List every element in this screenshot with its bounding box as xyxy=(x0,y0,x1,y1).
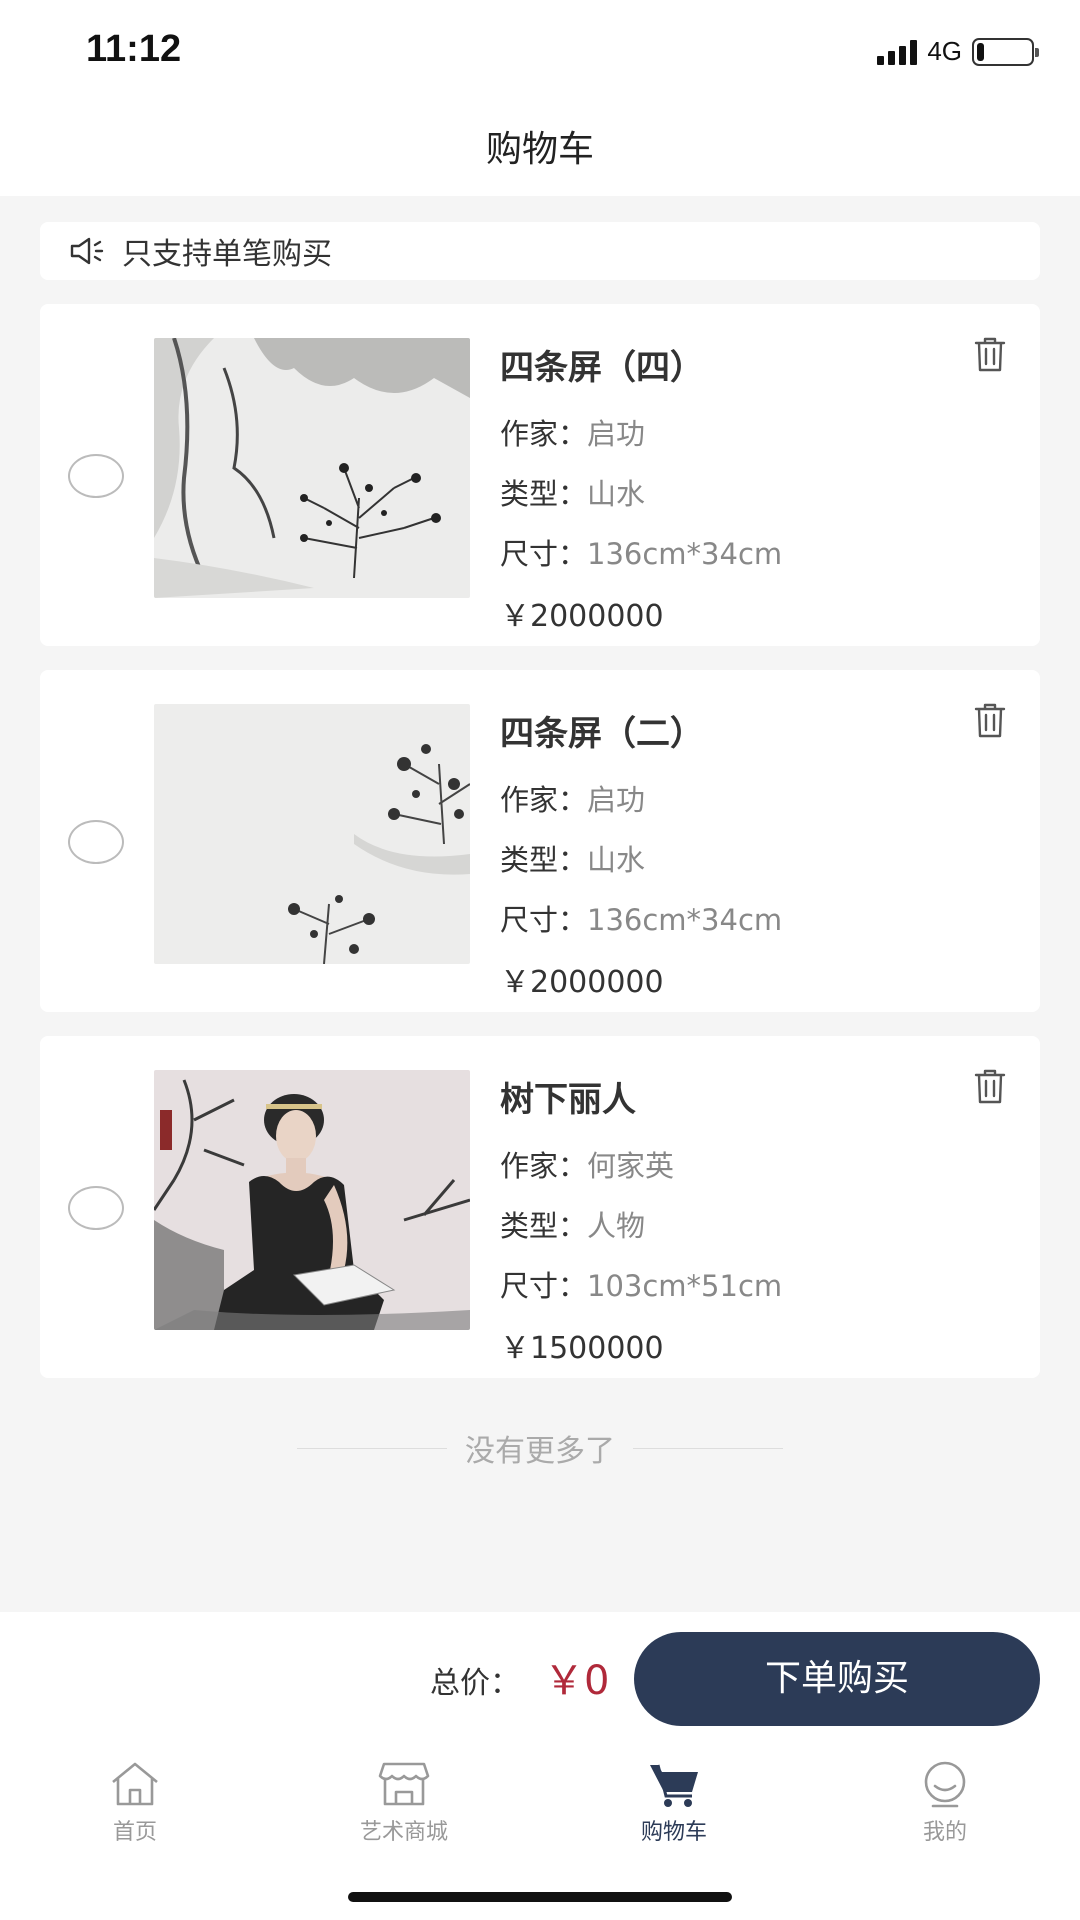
item-details: 树下丽人 作家：何家英 类型：人物 尺寸：103cm*51cm ￥1500000 xyxy=(500,1072,940,1367)
tab-label: 艺术商城 xyxy=(359,1820,448,1845)
type-label: 类型： xyxy=(500,477,588,511)
tab-label: 购物车 xyxy=(640,1820,707,1845)
artwork-thumbnail[interactable] xyxy=(154,1070,470,1330)
battery-level xyxy=(977,42,985,61)
home-indicator[interactable] xyxy=(348,1892,732,1902)
item-type: 类型：山水 xyxy=(500,837,940,879)
tab-label: 首页 xyxy=(112,1820,157,1845)
size-value: 136cm*34cm xyxy=(587,537,783,571)
tab-store[interactable]: 艺术商城 xyxy=(304,1760,504,1846)
type-value: 山水 xyxy=(587,477,646,511)
artist-label: 作家： xyxy=(500,417,588,451)
profile-icon xyxy=(924,1761,966,1808)
notice-bar: 只支持单笔购买 xyxy=(40,222,1040,280)
trash-icon[interactable] xyxy=(970,1066,1010,1106)
tab-label: 我的 xyxy=(922,1820,967,1845)
tab-profile[interactable]: 我的 xyxy=(845,1760,1045,1846)
size-label: 尺寸： xyxy=(500,903,588,937)
notice-text: 只支持单笔购买 xyxy=(122,237,332,272)
battery-icon xyxy=(972,37,1039,66)
item-title[interactable]: 树下丽人 xyxy=(500,1072,940,1121)
total-label: 总价： xyxy=(430,1666,520,1701)
item-checkbox[interactable] xyxy=(68,1186,124,1230)
item-artist: 作家：启功 xyxy=(500,777,940,819)
artwork-thumbnail[interactable] xyxy=(154,338,470,598)
artist-value: 启功 xyxy=(587,783,646,817)
artist-label: 作家： xyxy=(500,1149,588,1183)
status-indicators: 4G xyxy=(877,36,1039,67)
type-value: 人物 xyxy=(587,1209,646,1243)
artwork-thumbnail[interactable] xyxy=(154,704,470,964)
network-type: 4G xyxy=(927,36,962,66)
cart-item: 四条屏（二） 作家：启功 类型：山水 尺寸：136cm*34cm ￥200000… xyxy=(40,670,1040,1012)
status-bar: 11:12 4G xyxy=(0,0,1080,100)
type-label: 类型： xyxy=(500,843,588,877)
signal-icon xyxy=(877,39,918,65)
divider-left xyxy=(297,1447,447,1449)
artist-label: 作家： xyxy=(500,783,588,817)
store-icon xyxy=(378,1762,430,1806)
item-artist: 作家：启功 xyxy=(500,411,940,453)
item-type: 类型：人物 xyxy=(500,1203,940,1245)
item-title[interactable]: 四条屏（二） xyxy=(500,706,940,755)
no-more-text: 没有更多了 xyxy=(465,1434,615,1469)
item-price: ￥1500000 xyxy=(500,1331,664,1366)
size-value: 103cm*51cm xyxy=(587,1269,783,1303)
item-checkbox[interactable] xyxy=(68,820,124,864)
home-icon xyxy=(112,1762,158,1806)
size-value: 136cm*34cm xyxy=(587,903,783,937)
status-time: 11:12 xyxy=(86,28,182,70)
divider-right xyxy=(633,1447,783,1449)
page-title: 购物车 xyxy=(485,129,594,170)
item-details: 四条屏（二） 作家：启功 类型：山水 尺寸：136cm*34cm ￥200000… xyxy=(500,706,940,1001)
item-type: 类型：山水 xyxy=(500,471,940,513)
item-price: ￥2000000 xyxy=(500,599,664,634)
artist-value: 何家英 xyxy=(587,1149,675,1183)
item-title[interactable]: 四条屏（四） xyxy=(500,340,940,389)
speaker-icon xyxy=(70,237,104,265)
total-price: ￥0 xyxy=(544,1658,610,1704)
artist-value: 启功 xyxy=(587,417,646,451)
type-label: 类型： xyxy=(500,1209,588,1243)
item-price: ￥2000000 xyxy=(500,965,664,1000)
size-label: 尺寸： xyxy=(500,537,588,571)
place-order-button[interactable]: 下单购买 xyxy=(634,1632,1040,1726)
item-checkbox[interactable] xyxy=(68,454,124,498)
page-header: 购物车 xyxy=(0,100,1080,196)
checkout-bar: 总价： ￥0 下单购买 xyxy=(0,1612,1080,1748)
item-details: 四条屏（四） 作家：启功 类型：山水 尺寸：136cm*34cm ￥200000… xyxy=(500,340,940,635)
type-value: 山水 xyxy=(587,843,646,877)
tab-home[interactable]: 首页 xyxy=(35,1760,235,1846)
cart-item: 四条屏（四） 作家：启功 类型：山水 尺寸：136cm*34cm ￥200000… xyxy=(40,304,1040,646)
item-artist: 作家：何家英 xyxy=(500,1143,940,1185)
item-size: 尺寸：136cm*34cm xyxy=(500,531,940,573)
cart-icon xyxy=(650,1764,698,1807)
list-end-indicator: 没有更多了 xyxy=(0,1426,1080,1470)
item-size: 尺寸：103cm*51cm xyxy=(500,1263,940,1305)
size-label: 尺寸： xyxy=(500,1269,588,1303)
trash-icon[interactable] xyxy=(970,334,1010,374)
item-size: 尺寸：136cm*34cm xyxy=(500,897,940,939)
trash-icon[interactable] xyxy=(970,700,1010,740)
tab-cart[interactable]: 购物车 xyxy=(574,1760,774,1846)
cart-item: 树下丽人 作家：何家英 类型：人物 尺寸：103cm*51cm ￥1500000 xyxy=(40,1036,1040,1378)
